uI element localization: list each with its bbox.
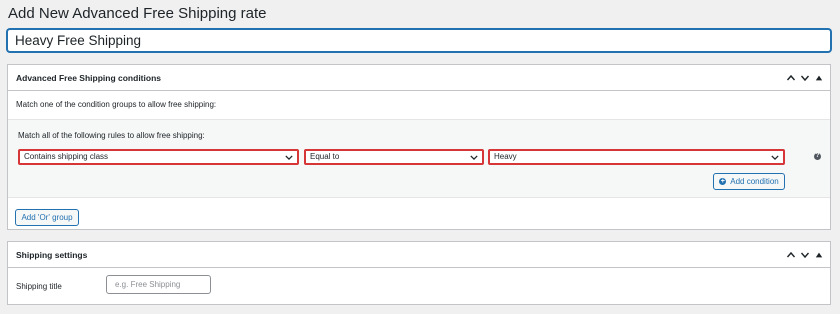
conditions-postbox-title: Advanced Free Shipping conditions (16, 72, 161, 83)
condition-value-select[interactable]: Heavy (488, 149, 785, 165)
add-condition-button[interactable]: + Add condition (713, 173, 785, 190)
conditions-intro: Match one of the condition groups to all… (16, 100, 217, 109)
chevron-up-icon (786, 251, 796, 258)
help-icon[interactable]: ? (814, 153, 821, 160)
condition-group-label: Match all of the following rules to allo… (18, 131, 205, 140)
chevron-down-icon (470, 155, 478, 160)
toggle-panel-button[interactable] (812, 242, 826, 268)
chevron-down-icon (800, 252, 810, 259)
shipping-title-row: Shipping title (8, 268, 830, 304)
conditions-postbox: Advanced Free Shipping conditions Match … (7, 64, 831, 230)
add-condition-label: Add condition (730, 177, 779, 186)
chevron-down-icon (800, 75, 810, 82)
shipping-settings-header: Shipping settings (8, 242, 830, 268)
move-down-button[interactable] (798, 65, 812, 91)
condition-type-select[interactable]: Contains shipping class (18, 149, 299, 165)
plus-circle-icon: + (719, 178, 727, 185)
toggle-panel-button[interactable] (812, 65, 826, 91)
shipping-settings-postbox: Shipping settings Shipping title (7, 241, 831, 305)
page-title: Add New Advanced Free Shipping rate (8, 5, 267, 22)
move-up-button[interactable] (784, 242, 798, 268)
triangle-up-icon (815, 252, 823, 258)
postbox-actions (784, 65, 826, 91)
triangle-up-icon (815, 75, 823, 81)
conditions-footer: Add 'Or' group (8, 198, 830, 235)
shipping-title-label: Shipping title (16, 282, 62, 291)
shipping-title-input[interactable] (106, 275, 211, 294)
operator-select[interactable]: Equal to (304, 149, 484, 165)
move-down-button[interactable] (798, 242, 812, 268)
conditions-postbox-header: Advanced Free Shipping conditions (8, 65, 830, 91)
operator-value: Equal to (310, 152, 340, 161)
condition-value: Heavy (494, 152, 517, 161)
chevron-down-icon (285, 155, 293, 160)
add-or-group-button[interactable]: Add 'Or' group (15, 209, 79, 226)
postbox-actions (784, 242, 826, 268)
condition-group: Match all of the following rules to allo… (8, 119, 830, 198)
condition-type-value: Contains shipping class (24, 152, 109, 161)
chevron-up-icon (786, 74, 796, 81)
chevron-down-icon (771, 155, 779, 160)
rate-title-input[interactable] (7, 29, 831, 52)
shipping-settings-title: Shipping settings (16, 249, 88, 260)
move-up-button[interactable] (784, 65, 798, 91)
